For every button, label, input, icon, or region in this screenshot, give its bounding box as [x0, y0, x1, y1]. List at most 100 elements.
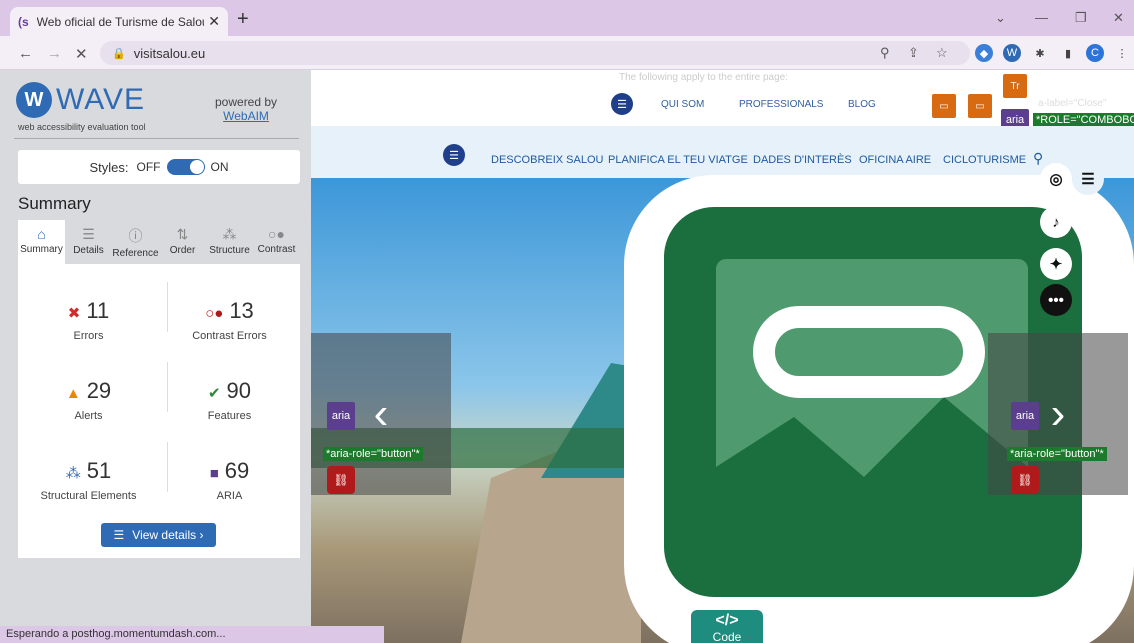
aria-badge[interactable]: aria — [327, 402, 355, 430]
minimize-icon[interactable]: — — [1035, 10, 1048, 25]
address-bar[interactable]: 🔒 visitsalou.eu ⚲ ⇪ ☆ — [100, 41, 970, 65]
stat-contrast-errors[interactable]: ○● 13 Contrast Errors — [159, 298, 300, 342]
order-icon: ⇅ — [176, 226, 189, 242]
lock-icon: 🔒 — [112, 47, 126, 60]
powered-by-text: powered by — [215, 95, 278, 109]
divider — [14, 138, 299, 139]
tab-label: Contrast — [257, 244, 296, 255]
url-text: visitsalou.eu — [133, 45, 206, 61]
code-icon: </> — [715, 612, 739, 629]
aria-role-button-tag: *aria-role="button"* — [323, 447, 423, 461]
new-tab-icon[interactable]: + — [237, 8, 249, 31]
stat-alerts[interactable]: ▲ 29 Alerts — [18, 378, 159, 422]
list-icon: ☰ — [113, 528, 125, 542]
styles-off-label: OFF — [136, 160, 161, 174]
styles-toggle[interactable] — [166, 159, 205, 175]
tab-label: Reference — [112, 248, 159, 259]
browser-tab-strip: (s Web oficial de Turisme de Salou | ✕ +… — [0, 0, 1134, 36]
stat-label: Features — [207, 410, 252, 422]
profile-avatar[interactable]: C — [1086, 44, 1104, 62]
share-icon[interactable]: ⇪ — [908, 45, 919, 61]
top-link-professionals[interactable]: PROFESSIONALS — [739, 99, 823, 110]
status-bar: Esperando a posthog.momentumdash.com... — [0, 626, 384, 643]
menu-list-icon[interactable]: ☰ — [611, 93, 633, 115]
stop-loading-icon[interactable]: ✕ — [75, 45, 88, 63]
twitter-icon[interactable]: ✦ — [1040, 248, 1072, 280]
extension-icon[interactable]: ◆ — [975, 44, 993, 62]
aria-label-tag: a-label="Close" — [1038, 98, 1107, 109]
webaim-link[interactable]: WebAIM — [215, 109, 277, 123]
top-navigation: The following apply to the entire page: … — [311, 70, 1134, 131]
tab-structure[interactable]: ⁂ Structure — [206, 220, 253, 264]
alert-icon[interactable]: ▭ — [932, 94, 956, 118]
screen: (s Web oficial de Turisme de Salou | ✕ +… — [0, 0, 1134, 643]
menu-item-cicloturisme[interactable]: CICLOTURISME — [943, 154, 1026, 166]
contrast-error-icon: ○● — [205, 305, 224, 322]
info-icon: ⓘ — [128, 228, 143, 244]
tab-summary[interactable]: ⌂ Summary — [18, 220, 65, 264]
aria-role-combobox-tag: *ROLE="COMBOBO — [1033, 113, 1134, 127]
next-slide-button[interactable]: › — [988, 333, 1128, 495]
tab-contrast[interactable]: ○● Contrast — [253, 220, 300, 264]
wave-extension-icon[interactable]: W — [1003, 44, 1021, 62]
menu-item-descobreix-salou[interactable]: DESCOBREIX SALOU — [491, 154, 603, 166]
forward-icon[interactable]: → — [47, 45, 62, 62]
tab-label: Summary — [20, 244, 63, 255]
stat-features[interactable]: ✔ 90 Features — [159, 378, 300, 422]
maximize-icon[interactable]: ❐ — [1075, 10, 1087, 26]
stat-aria[interactable]: ■ 69 ARIA — [159, 458, 300, 502]
summary-heading: Summary — [18, 194, 91, 213]
stat-value: 69 — [224, 458, 250, 483]
menu-list-icon[interactable]: ☰ — [1072, 163, 1104, 195]
aria-icon: ■ — [209, 465, 219, 482]
close-window-icon[interactable]: ✕ — [1113, 10, 1124, 26]
broken-link-error-icon[interactable]: ⛓ — [1011, 466, 1039, 494]
instagram-icon[interactable]: ◎ — [1040, 163, 1072, 195]
top-link-qui-som[interactable]: QUI SOM — [661, 99, 704, 110]
tab-label: Structure — [209, 245, 250, 256]
search-icon[interactable]: ⚲ — [1033, 150, 1043, 167]
wave-logo: W WAVE — [16, 82, 145, 118]
back-icon[interactable]: ← — [18, 45, 33, 62]
alert-icon: ▲ — [65, 385, 81, 402]
menu-item-planifica[interactable]: PLANIFICA EL TEU VIATGE — [608, 154, 748, 166]
side-panel-icon[interactable]: ▮ — [1059, 44, 1077, 62]
structure-icon: ⁂ — [222, 226, 237, 242]
feature-icon: ✔ — [207, 385, 221, 402]
menu-list-icon[interactable]: ☰ — [443, 144, 465, 166]
summary-panel: ✖ 11 Errors ○● 13 Contrast Errors ▲ 29 Aler… — [18, 264, 300, 558]
browser-tab[interactable]: (s Web oficial de Turisme de Salou | ✕ — [10, 7, 228, 36]
tab-details[interactable]: ☰ Details — [65, 220, 112, 264]
aria-badge[interactable]: aria — [1011, 402, 1039, 430]
tab-search-icon[interactable]: ⌄ — [995, 10, 1006, 26]
stat-structural-elements[interactable]: ⁂ 51 Structural Elements — [18, 458, 159, 502]
tab-order[interactable]: ⇅ Order — [159, 220, 206, 264]
extensions-puzzle-icon[interactable]: ✱ — [1031, 44, 1049, 62]
stat-label: Contrast Errors — [192, 330, 267, 342]
wave-logo-text: WAVE — [56, 83, 146, 116]
menu-item-oficina-aire[interactable]: OFICINA AIRE — [859, 154, 931, 166]
top-link-blog[interactable]: BLOG — [848, 99, 876, 110]
menu-kebab-icon[interactable]: ⋮ — [1113, 44, 1131, 62]
contrast-icon: ○● — [268, 226, 285, 242]
tab-label: Order — [169, 245, 196, 256]
tab-label: Details — [73, 245, 104, 256]
broken-link-error-icon[interactable]: ⛓ — [327, 466, 355, 494]
stat-label: Errors — [73, 330, 104, 342]
code-label: Code — [712, 630, 742, 643]
more-icon[interactable]: ••• — [1040, 284, 1072, 316]
tiktok-icon[interactable]: ♪ — [1040, 206, 1072, 238]
styles-label: Styles: — [89, 159, 129, 175]
close-tab-icon[interactable]: ✕ — [208, 13, 220, 30]
stat-errors[interactable]: ✖ 11 Errors — [18, 298, 159, 342]
alert-icon[interactable]: ▭ — [968, 94, 992, 118]
view-details-button[interactable]: ☰ View details › — [101, 523, 216, 547]
tab-reference[interactable]: ⓘ Reference — [112, 220, 159, 264]
bookmark-star-icon[interactable]: ☆ — [936, 45, 948, 61]
stat-label: Alerts — [74, 410, 103, 422]
zoom-icon[interactable]: ⚲ — [880, 45, 890, 61]
alert-icon[interactable]: Tr — [1003, 74, 1027, 98]
code-toggle-button[interactable]: </> Code — [691, 610, 763, 643]
menu-item-dades[interactable]: DADES D'INTERÈS — [753, 154, 852, 166]
stat-value: 29 — [86, 378, 112, 403]
